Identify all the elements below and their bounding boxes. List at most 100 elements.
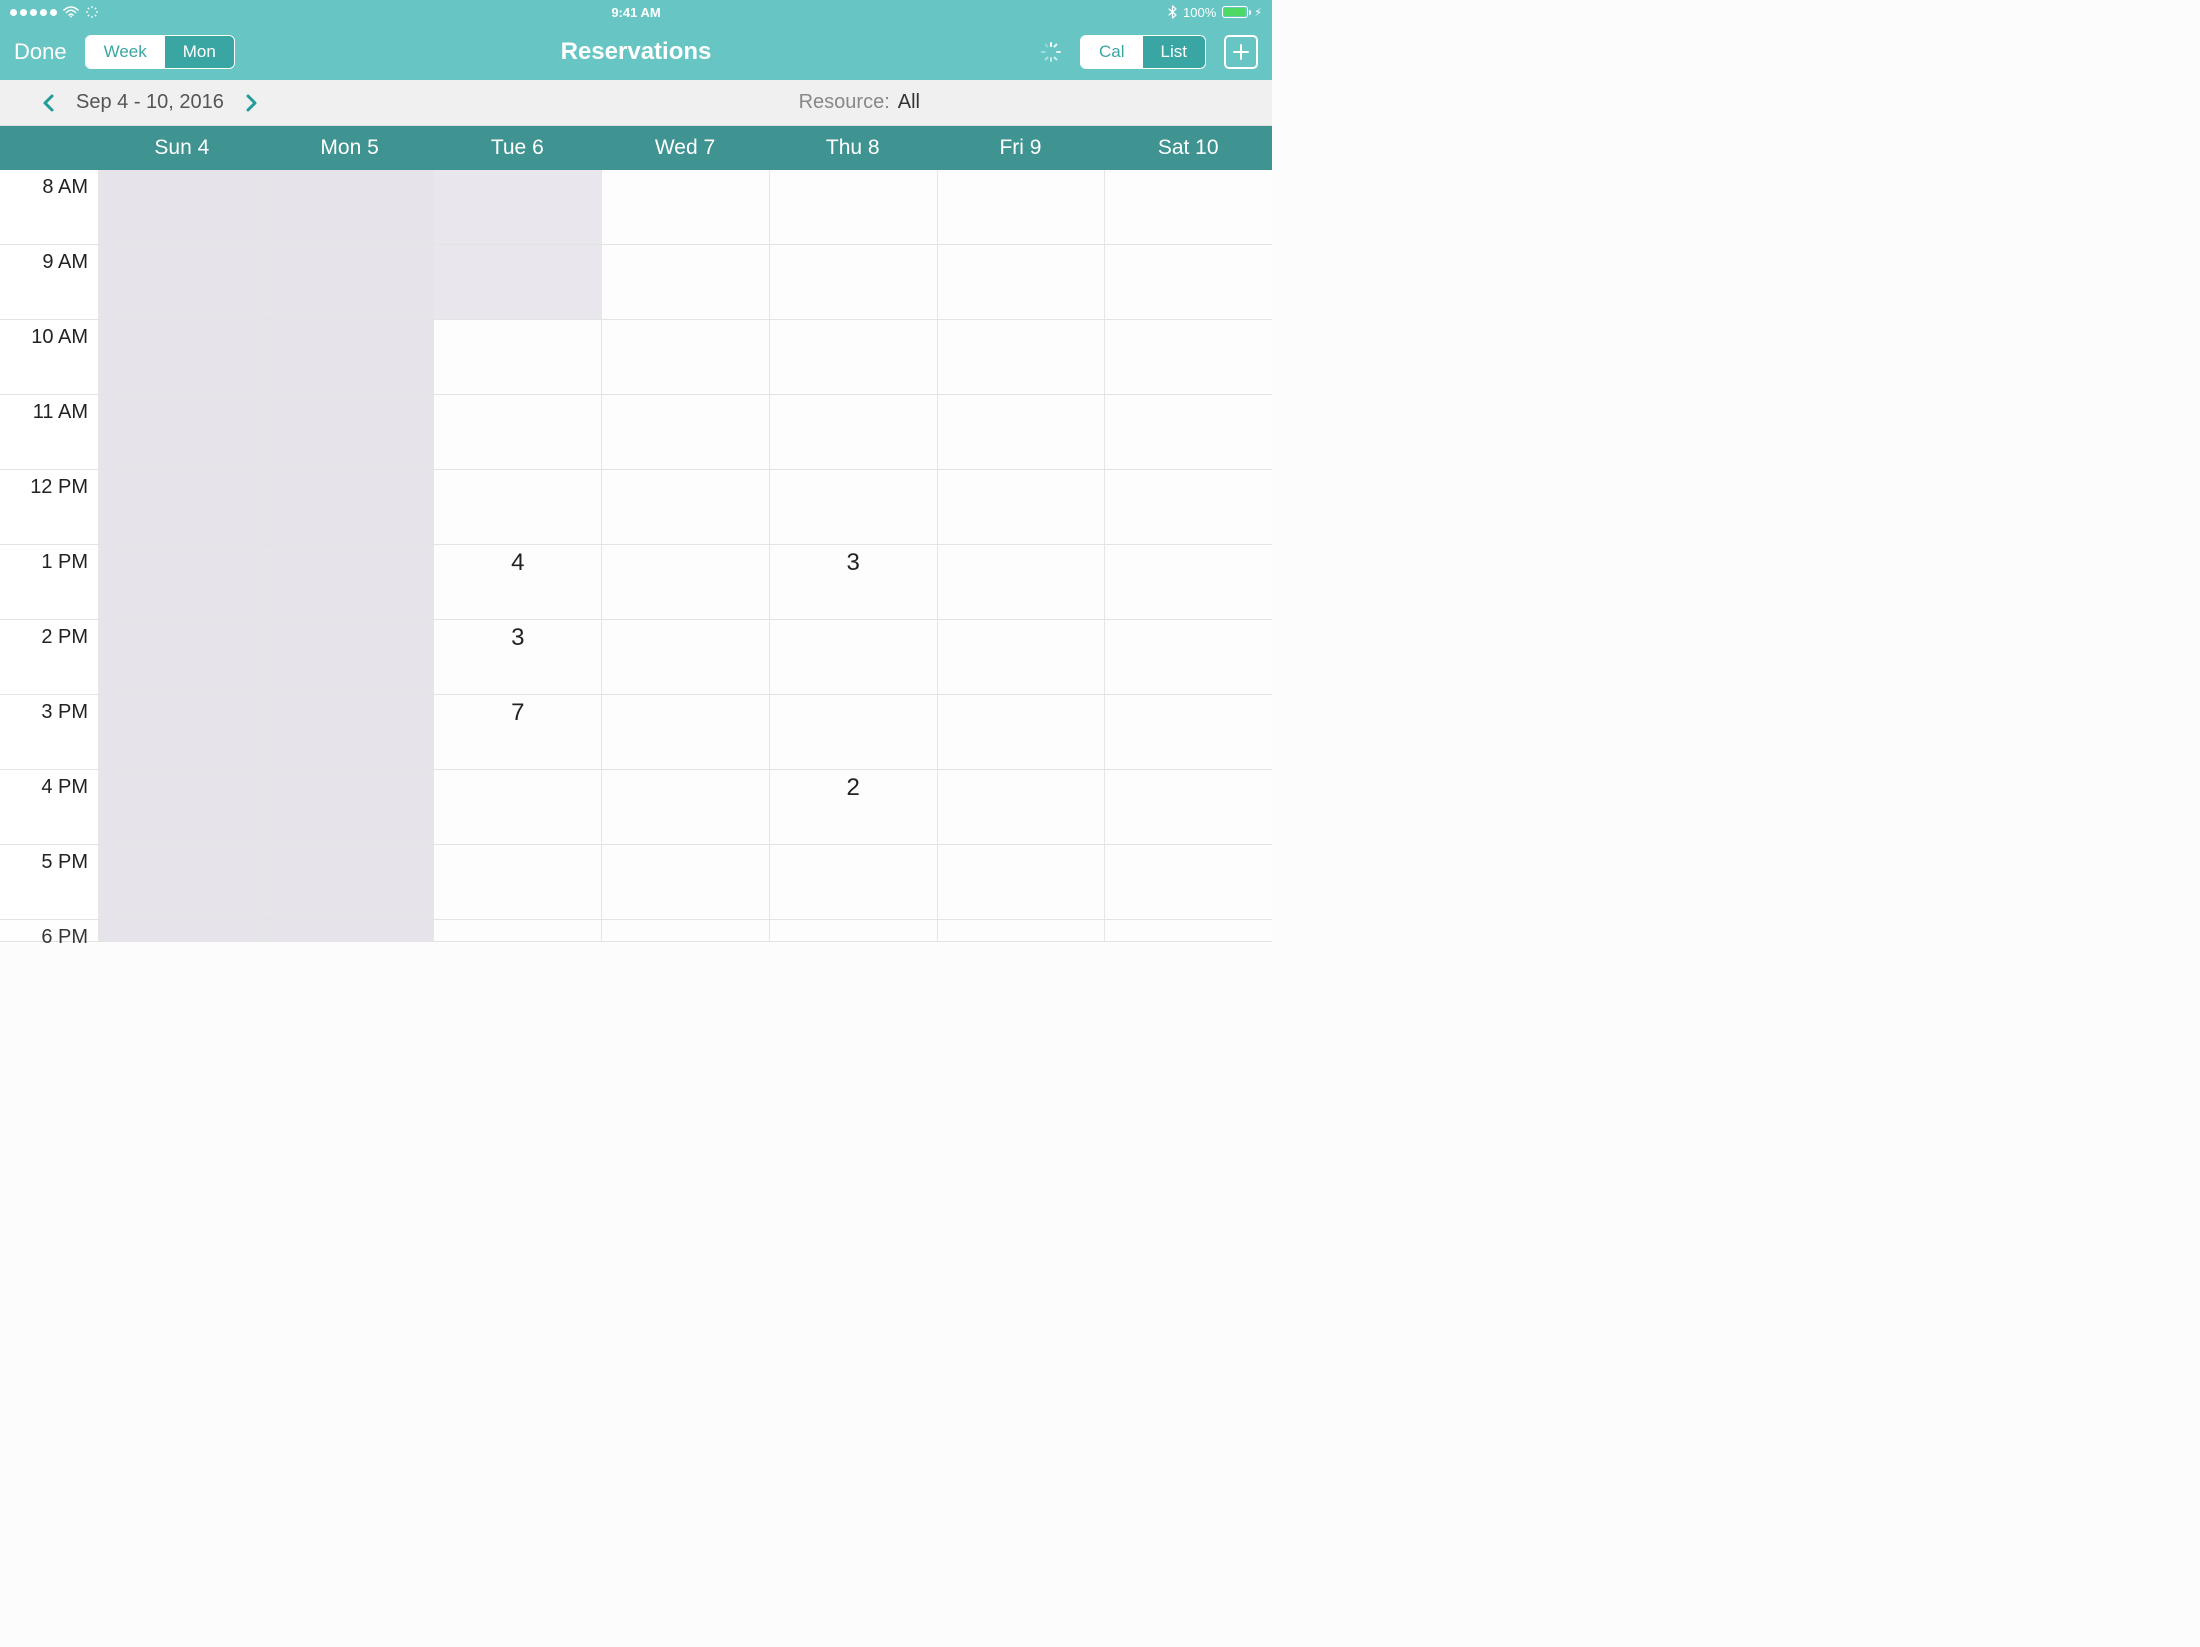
calendar-cell[interactable] xyxy=(433,245,601,319)
calendar-cell[interactable] xyxy=(433,845,601,919)
calendar-cell[interactable] xyxy=(937,320,1105,394)
next-week-button[interactable] xyxy=(238,90,264,116)
calendar-cell[interactable] xyxy=(1104,770,1272,844)
calendar-cell[interactable] xyxy=(98,845,266,919)
calendar-cell[interactable]: 3 xyxy=(433,620,601,694)
calendar-cell[interactable] xyxy=(1104,545,1272,619)
hour-row-2: 10 AM xyxy=(0,320,1272,395)
calendar-cell[interactable] xyxy=(98,545,266,619)
calendar-cell[interactable] xyxy=(601,470,769,544)
calendar-cell[interactable] xyxy=(433,470,601,544)
calendar-cell[interactable] xyxy=(433,320,601,394)
calendar-cell[interactable] xyxy=(98,245,266,319)
calendar-cell[interactable] xyxy=(266,770,434,844)
calendar-cell[interactable] xyxy=(98,620,266,694)
calendar-cell[interactable] xyxy=(1104,245,1272,319)
calendar-cell[interactable] xyxy=(1104,320,1272,394)
calendar-cell[interactable] xyxy=(266,245,434,319)
prev-week-button[interactable] xyxy=(36,90,62,116)
time-gutter-header xyxy=(0,126,98,170)
calendar-cell[interactable] xyxy=(601,395,769,469)
calendar-cell[interactable] xyxy=(937,620,1105,694)
calendar-cell[interactable] xyxy=(937,845,1105,919)
calendar-cell[interactable] xyxy=(769,395,937,469)
calendar-cell[interactable] xyxy=(1104,695,1272,769)
tab-week[interactable]: Week xyxy=(86,36,165,68)
calendar-cell[interactable] xyxy=(769,845,937,919)
calendar-cell[interactable] xyxy=(266,620,434,694)
calendar-cell[interactable] xyxy=(937,170,1105,244)
calendar-cell[interactable] xyxy=(433,920,601,941)
calendar-cell[interactable] xyxy=(98,695,266,769)
calendar-cell[interactable] xyxy=(1104,395,1272,469)
calendar-cell[interactable] xyxy=(433,770,601,844)
calendar-cell[interactable] xyxy=(266,920,434,941)
calendar-cell[interactable] xyxy=(266,395,434,469)
calendar-cell[interactable] xyxy=(937,470,1105,544)
calendar-cell[interactable] xyxy=(769,320,937,394)
calendar-cell[interactable] xyxy=(937,770,1105,844)
time-label-2: 10 AM xyxy=(0,320,98,394)
calendar-cell[interactable]: 2 xyxy=(769,770,937,844)
calendar-cell[interactable] xyxy=(1104,920,1272,941)
resource-filter[interactable]: Resource: All xyxy=(799,91,1260,114)
calendar-grid[interactable]: 8 AM9 AM10 AM11 AM12 PM1 PM432 PM33 PM74… xyxy=(0,170,1272,952)
calendar-cell[interactable] xyxy=(601,320,769,394)
date-range-label[interactable]: Sep 4 - 10, 2016 xyxy=(76,91,224,114)
calendar-cell[interactable] xyxy=(433,395,601,469)
calendar-cell[interactable] xyxy=(937,245,1105,319)
loading-spinner-icon xyxy=(1040,41,1062,63)
tab-cal[interactable]: Cal xyxy=(1081,36,1143,68)
calendar-cell[interactable] xyxy=(1104,620,1272,694)
calendar-cell[interactable] xyxy=(266,470,434,544)
calendar-cell[interactable] xyxy=(1104,845,1272,919)
status-right: 100% ⚡︎ xyxy=(1168,5,1262,20)
add-button[interactable] xyxy=(1224,35,1258,69)
calendar-cell[interactable] xyxy=(98,770,266,844)
calendar-cell[interactable] xyxy=(98,320,266,394)
calendar-cell[interactable] xyxy=(266,545,434,619)
reservation-count: 3 xyxy=(847,549,860,577)
calendar-cell[interactable] xyxy=(266,845,434,919)
calendar-cell[interactable] xyxy=(98,395,266,469)
calendar-cell[interactable] xyxy=(769,695,937,769)
calendar-cell[interactable] xyxy=(769,620,937,694)
calendar-cell[interactable] xyxy=(601,920,769,941)
calendar-cell[interactable] xyxy=(937,920,1105,941)
calendar-cell[interactable] xyxy=(266,320,434,394)
calendar-cell[interactable]: 3 xyxy=(769,545,937,619)
calendar-cell[interactable] xyxy=(266,695,434,769)
calendar-cell[interactable] xyxy=(98,170,266,244)
calendar-cell[interactable] xyxy=(601,770,769,844)
chevron-left-icon xyxy=(41,92,57,114)
calendar-cell[interactable] xyxy=(937,395,1105,469)
calendar-cell[interactable] xyxy=(937,545,1105,619)
bluetooth-icon xyxy=(1168,5,1177,19)
calendar-cell[interactable] xyxy=(769,470,937,544)
calendar-cell[interactable] xyxy=(266,170,434,244)
calendar-cell[interactable] xyxy=(601,545,769,619)
calendar-cell[interactable] xyxy=(601,620,769,694)
calendar-cell[interactable] xyxy=(937,695,1105,769)
calendar-cell[interactable] xyxy=(601,170,769,244)
tab-list[interactable]: List xyxy=(1143,36,1205,68)
status-left xyxy=(10,5,99,19)
calendar-cell[interactable] xyxy=(98,470,266,544)
calendar-cell[interactable] xyxy=(601,245,769,319)
day-header-4: Thu 8 xyxy=(769,126,937,170)
calendar-cell[interactable]: 4 xyxy=(433,545,601,619)
tab-mon[interactable]: Mon xyxy=(165,36,234,68)
calendar-cell[interactable] xyxy=(769,245,937,319)
done-button[interactable]: Done xyxy=(14,39,67,65)
calendar-cell[interactable] xyxy=(601,695,769,769)
calendar-cell[interactable] xyxy=(433,170,601,244)
calendar-cell[interactable] xyxy=(601,845,769,919)
reservation-count: 2 xyxy=(847,774,860,802)
calendar-cell[interactable] xyxy=(1104,170,1272,244)
calendar-cell[interactable]: 7 xyxy=(433,695,601,769)
calendar-cell[interactable] xyxy=(98,920,266,941)
calendar-cell[interactable] xyxy=(769,920,937,941)
day-header-3: Wed 7 xyxy=(601,126,769,170)
calendar-cell[interactable] xyxy=(1104,470,1272,544)
calendar-cell[interactable] xyxy=(769,170,937,244)
